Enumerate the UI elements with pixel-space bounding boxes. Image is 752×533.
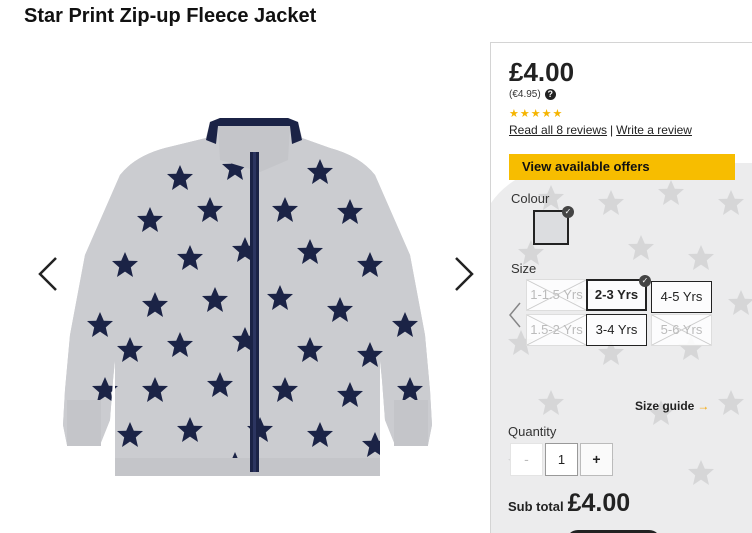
size-scroll-left-icon[interactable] (508, 301, 522, 329)
selected-check-icon: ✓ (562, 206, 574, 218)
size-option-label: 1-1.5 Yrs (530, 287, 583, 302)
colour-label: Colour (511, 191, 550, 206)
quantity-label: Quantity (508, 424, 557, 439)
alt-price-text: (€4.95) (509, 89, 541, 100)
size-option-label: 2-3 Yrs (594, 287, 639, 302)
chevron-left-icon (38, 257, 57, 291)
selected-size-check-icon: ✓ (639, 275, 651, 287)
quantity-input[interactable]: 1 (545, 443, 578, 476)
alt-currency-price: (€4.95) ? (509, 89, 556, 100)
reviews-links: Read all 8 reviews | Write a review (509, 123, 692, 137)
chevron-right-icon (455, 257, 474, 291)
size-option-1-1-5-yrs[interactable]: 1-1.5 Yrs (526, 279, 587, 311)
quantity-increase-button[interactable]: + (580, 443, 613, 476)
size-option-label: 5-6 Yrs (660, 322, 703, 337)
size-option-5-6-yrs[interactable]: 5-6 Yrs (651, 314, 712, 346)
rating-stars: ★★★★★ (509, 108, 564, 120)
size-option-label: 4-5 Yrs (660, 289, 703, 304)
read-reviews-link[interactable]: Read all 8 reviews (509, 123, 607, 137)
size-option-2-3-yrs[interactable]: 2-3 Yrs (586, 279, 647, 311)
size-guide-link[interactable]: Size guide → (635, 399, 709, 413)
help-icon[interactable]: ? (544, 89, 556, 100)
size-option-4-5-yrs[interactable]: 4-5 Yrs (651, 281, 712, 313)
previous-image-button[interactable] (36, 254, 60, 294)
size-option-3-4-yrs[interactable]: 3-4 Yrs (586, 314, 647, 346)
arrow-right-icon: → (697, 399, 710, 413)
write-review-link[interactable]: Write a review (616, 123, 692, 137)
size-option-label: 3-4 Yrs (595, 322, 638, 337)
subtotal: Sub total £4.00 (508, 489, 630, 518)
next-image-button[interactable] (452, 254, 476, 294)
size-option-label: 1.5-2 Yrs (530, 322, 583, 337)
product-price: £4.00 (509, 57, 575, 87)
view-offers-button[interactable]: View available offers (509, 154, 735, 180)
size-label: Size (511, 261, 537, 276)
size-guide-label: Size guide (635, 399, 695, 413)
product-title: Star Print Zip-up Fleece Jacket (24, 5, 317, 27)
purchase-panel: £4.00 (€4.95) ? ★★★★★ Read all 8 reviews… (490, 42, 752, 533)
size-option-1-5-2-yrs[interactable]: 1.5-2 Yrs (526, 314, 587, 346)
quantity-decrease-button[interactable]: - (510, 443, 543, 476)
subtotal-value: £4.00 (567, 489, 631, 517)
subtotal-label: Sub total (508, 499, 564, 514)
product-image (63, 118, 432, 476)
quantity-stepper: - 1 + (510, 443, 613, 476)
reviews-separator: | (610, 123, 614, 137)
